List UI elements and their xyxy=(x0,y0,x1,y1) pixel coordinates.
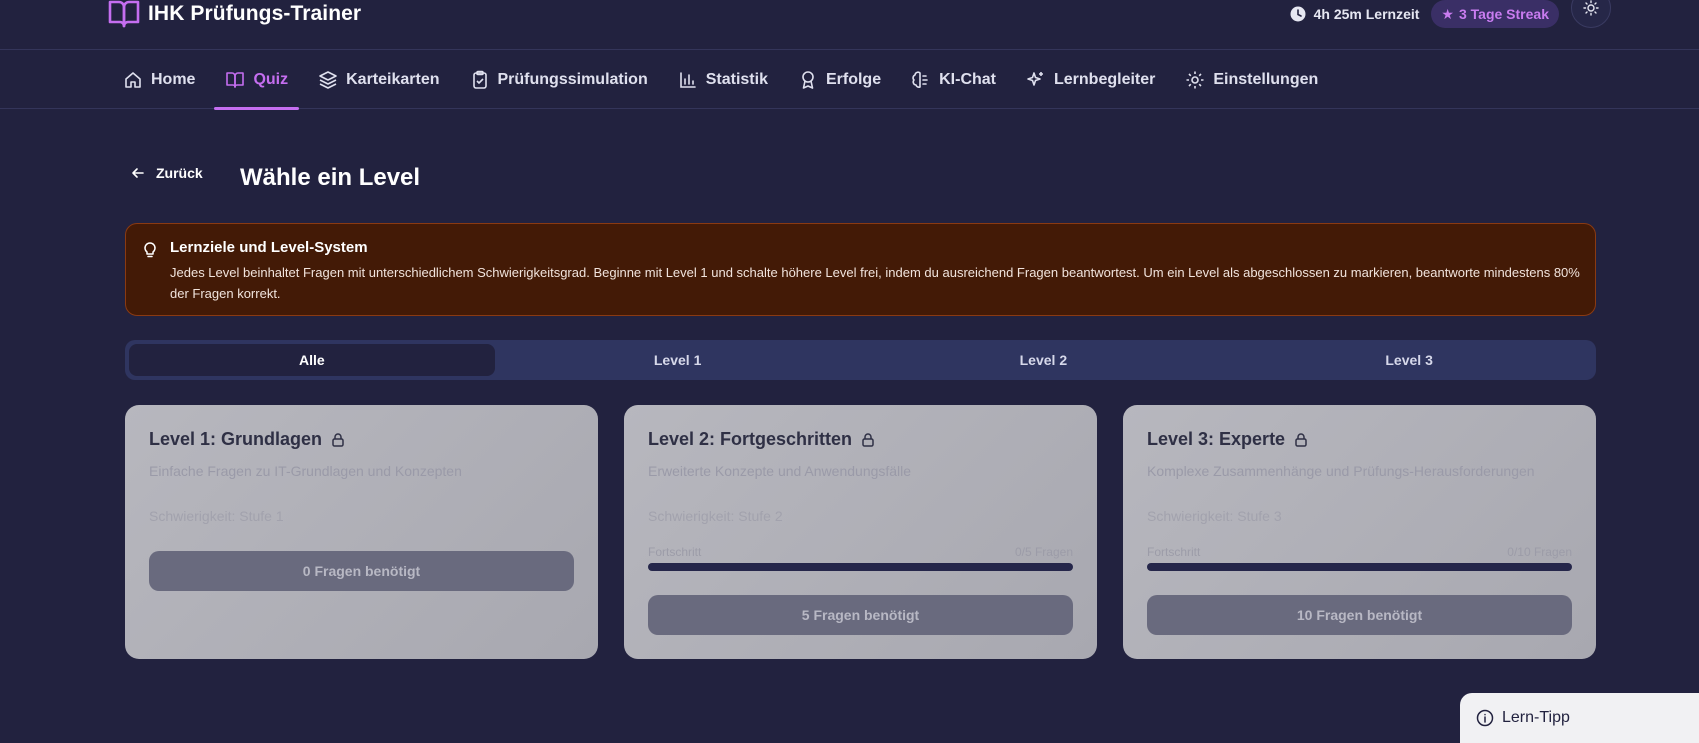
tab-level-2[interactable]: Level 2 xyxy=(861,344,1227,376)
learning-time: 4h 25m Lernzeit xyxy=(1290,6,1420,22)
award-icon xyxy=(802,71,814,89)
tab-level-1[interactable]: Level 1 xyxy=(495,344,861,376)
progress-label-row: Fortschritt 0/5 Fragen xyxy=(648,545,1073,559)
progress-label: Fortschritt xyxy=(1147,545,1201,559)
nav-item-lernbegleiter[interactable]: Lernbegleiter xyxy=(1011,51,1170,109)
level-difficulty: Schwierigkeit: Stufe 1 xyxy=(149,508,284,524)
lightbulb-icon xyxy=(144,242,156,258)
nav-item-label: Karteikarten xyxy=(346,71,440,88)
nav-item-label: Statistik xyxy=(705,71,768,88)
nav-item-label: KI-Chat xyxy=(939,71,996,88)
level-description: Erweiterte Konzepte und Anwendungsfälle xyxy=(648,463,912,479)
book-open-icon xyxy=(108,0,140,28)
theme-toggle-button[interactable] xyxy=(1571,0,1611,28)
nav-item-home[interactable]: Home xyxy=(108,51,210,109)
brain-icon xyxy=(912,71,928,88)
start-level-button[interactable]: 5 Fragen benötigt xyxy=(648,595,1073,635)
nav-item-label: Quiz xyxy=(253,71,289,88)
level-difficulty: Schwierigkeit: Stufe 3 xyxy=(1147,508,1282,524)
nav-item-einstellungen[interactable]: Einstellungen xyxy=(1170,51,1333,109)
main-nav: Home Quiz Karteikarten Prüfungssimulatio… xyxy=(0,51,1699,110)
nav-item-ki-chat[interactable]: KI-Chat xyxy=(896,51,1011,109)
home-icon xyxy=(125,72,141,88)
nav-item-label: Einstellungen xyxy=(1213,71,1319,88)
level-difficulty: Schwierigkeit: Stufe 2 xyxy=(648,508,783,524)
lock-icon xyxy=(862,432,874,447)
progress-value: 0/5 Fragen xyxy=(1014,545,1073,559)
level-card-title: Level 2: Fortgeschritten xyxy=(648,429,1073,450)
lock-icon xyxy=(332,432,344,447)
level-title: Level 2: Fortgeschritten xyxy=(648,429,853,449)
nav-item-label: Erfolge xyxy=(825,71,882,88)
level-card-3: Level 3: Experte Komplexe Zusammenhänge … xyxy=(1123,405,1596,659)
bar-chart-icon xyxy=(679,72,696,88)
lern-tipp-button[interactable]: Lern-Tipp xyxy=(1460,693,1699,743)
app-title: IHK Prüfungs-Trainer xyxy=(148,2,362,25)
nav-item-statistik[interactable]: Statistik xyxy=(663,51,783,109)
learning-time-label: 4h 25m Lernzeit xyxy=(1313,6,1420,22)
nav-item-quiz[interactable]: Quiz xyxy=(210,51,303,110)
sparkles-icon xyxy=(1027,72,1043,86)
lock-icon xyxy=(1295,432,1307,447)
progress-label-row: Fortschritt 0/10 Fragen xyxy=(1147,545,1572,559)
info-icon xyxy=(1476,709,1494,727)
level-card-1: Level 1: Grundlagen Einfache Fragen zu I… xyxy=(125,405,598,659)
start-level-button[interactable]: 10 Fragen benötigt xyxy=(1147,595,1572,635)
info-banner: Lernziele und Level-System Jedes Level b… xyxy=(125,223,1596,316)
streak-label: 3 Tage Streak xyxy=(1458,6,1549,22)
level-description: Komplexe Zusammenhänge und Prüfungs-Hera… xyxy=(1147,463,1535,479)
nav-item-label: Prüfungssimulation xyxy=(497,71,648,88)
progress-bar xyxy=(1147,563,1572,571)
banner-title: Lernziele und Level-System xyxy=(170,239,368,256)
brand[interactable]: IHK Prüfungs-Trainer xyxy=(108,0,361,28)
nav-item-pruefungssimulation[interactable]: Prüfungssimulation xyxy=(455,51,663,109)
back-label: Zurück xyxy=(156,165,203,181)
settings-icon xyxy=(1186,71,1204,89)
nav-item-label: Lernbegleiter xyxy=(1054,71,1156,88)
arrow-left-icon xyxy=(132,168,144,178)
nav-item-karteikarten[interactable]: Karteikarten xyxy=(303,51,454,109)
level-title: Level 3: Experte xyxy=(1147,429,1286,449)
start-level-button[interactable]: 0 Fragen benötigt xyxy=(149,551,574,591)
star-icon: ★ xyxy=(1441,5,1454,22)
lern-tipp-label: Lern-Tipp xyxy=(1502,709,1570,726)
level-tabs: Alle Level 1 Level 2 Level 3 xyxy=(125,340,1596,380)
level-card-2: Level 2: Fortgeschritten Erweiterte Konz… xyxy=(624,405,1097,659)
level-card-title: Level 1: Grundlagen xyxy=(149,429,574,450)
page-title: Wähle ein Level xyxy=(240,164,421,191)
level-card-title: Level 3: Experte xyxy=(1147,429,1572,450)
top-header: IHK Prüfungs-Trainer 4h 25m Lernzeit ★ 3… xyxy=(0,0,1699,50)
level-title: Level 1: Grundlagen xyxy=(149,429,323,449)
layers-icon xyxy=(319,71,337,89)
back-button[interactable]: Zurück xyxy=(130,165,203,181)
header-status: 4h 25m Lernzeit ★ 3 Tage Streak xyxy=(1290,0,1611,28)
clock-icon xyxy=(1290,6,1306,22)
book-open-icon xyxy=(226,72,245,88)
tab-alle[interactable]: Alle xyxy=(129,344,495,376)
progress-label: Fortschritt xyxy=(648,545,702,559)
streak-badge[interactable]: ★ 3 Tage Streak xyxy=(1431,0,1559,28)
progress-bar xyxy=(648,563,1073,571)
tab-level-3[interactable]: Level 3 xyxy=(1226,344,1592,376)
banner-text: Jedes Level beinhaltet Fragen mit unters… xyxy=(170,265,1580,301)
nav-item-erfolge[interactable]: Erfolge xyxy=(783,51,896,109)
progress-value: 0/10 Fragen xyxy=(1507,545,1572,559)
nav-item-label: Home xyxy=(151,71,196,88)
sun-icon xyxy=(1583,0,1599,16)
clipboard-check-icon xyxy=(472,70,487,89)
level-description: Einfache Fragen zu IT-Grundlagen und Kon… xyxy=(149,463,462,479)
